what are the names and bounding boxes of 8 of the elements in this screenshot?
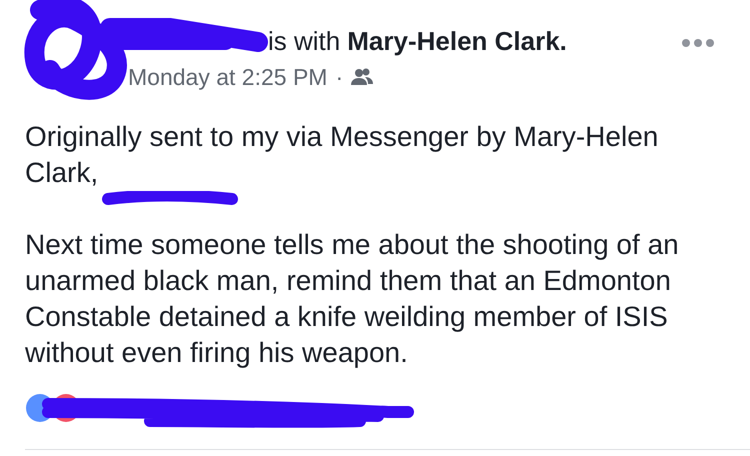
tagged-name[interactable]: Mary-Helen Clark. (347, 24, 567, 58)
more-options-icon[interactable] (681, 38, 715, 48)
post-time[interactable]: Monday at 2:25 PM (128, 60, 328, 94)
with-label: is with (268, 25, 340, 58)
post-paragraph: Originally sent to my via Messenger by Mary-Helen Clark, (25, 120, 660, 190)
post-paragraph: Next time someone tells me about the shooting of an unarmed black man, remind them that an Edmonton Constable detained a knife weilding member of ISIS without even firing his weapon. (25, 228, 680, 370)
separator-dot: · (335, 63, 344, 92)
friends-icon (351, 68, 374, 86)
